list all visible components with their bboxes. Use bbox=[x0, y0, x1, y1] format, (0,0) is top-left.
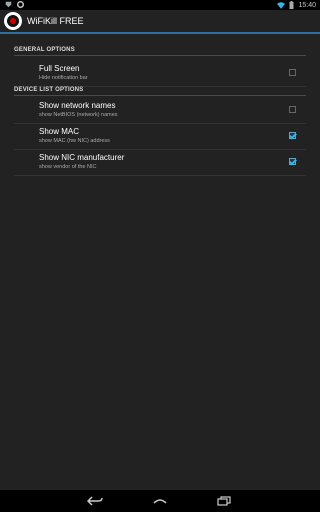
pref-title: Show NIC manufacturer bbox=[39, 153, 125, 162]
pref-show-network-names[interactable]: Show network names show NetBIOS (network… bbox=[14, 98, 306, 124]
show-mac-checkbox[interactable] bbox=[289, 132, 296, 139]
home-icon[interactable] bbox=[152, 496, 168, 506]
pref-title: Show network names bbox=[39, 101, 116, 110]
pref-full-screen[interactable]: Full Screen Hide notification bar bbox=[14, 61, 306, 87]
battery-icon bbox=[289, 1, 294, 9]
show-network-names-checkbox[interactable] bbox=[289, 106, 296, 113]
section-header-device-list: DEVICE LIST OPTIONS bbox=[14, 87, 306, 96]
pref-show-nic-manufacturer[interactable]: Show NIC manufacturer show vendor of the… bbox=[14, 150, 306, 176]
show-nic-manufacturer-checkbox[interactable] bbox=[289, 158, 296, 165]
preferences-list: GENERAL OPTIONS Full Screen Hide notific… bbox=[0, 34, 320, 490]
full-screen-checkbox[interactable] bbox=[289, 69, 296, 76]
pref-summary: show vendor of the NIC bbox=[39, 164, 97, 170]
shield-notification-icon bbox=[5, 1, 12, 8]
action-bar: WiFiKill FREE bbox=[0, 10, 320, 34]
navigation-bar bbox=[0, 490, 320, 512]
status-bar: 15:40 bbox=[0, 0, 320, 10]
app-title: WiFiKill FREE bbox=[27, 16, 84, 26]
pref-summary: show NetBIOS (network) names bbox=[39, 112, 118, 118]
pref-show-mac[interactable]: Show MAC show MAC (hw NIC) address bbox=[14, 124, 306, 150]
status-time: 15:40 bbox=[298, 1, 316, 9]
section-header-general: GENERAL OPTIONS bbox=[14, 47, 306, 56]
wifikill-notification-icon bbox=[17, 1, 24, 8]
app-logo-icon[interactable] bbox=[4, 12, 22, 30]
recent-apps-icon[interactable] bbox=[217, 496, 231, 506]
pref-summary: Hide notification bar bbox=[39, 75, 88, 81]
pref-title: Show MAC bbox=[39, 127, 80, 136]
pref-summary: show MAC (hw NIC) address bbox=[39, 138, 110, 144]
pref-title: Full Screen bbox=[39, 64, 80, 73]
back-icon[interactable] bbox=[87, 496, 103, 506]
wifi-signal-icon bbox=[277, 1, 286, 9]
